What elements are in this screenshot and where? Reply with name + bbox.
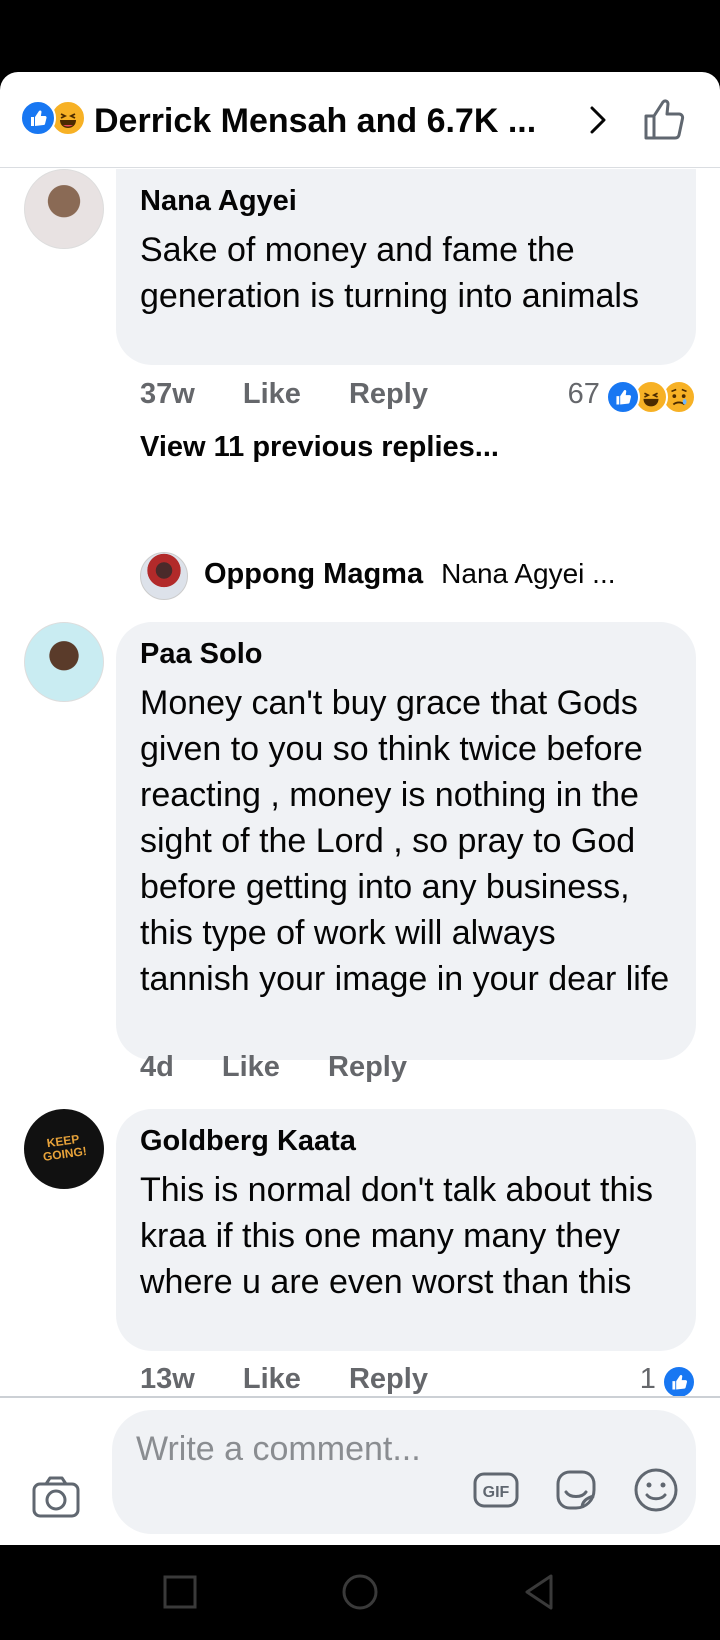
comments-sheet: Derrick Mensah and 6.7K ... Nana Agyei S… bbox=[0, 72, 720, 1545]
comment-input[interactable]: Write a comment... GIF bbox=[112, 1410, 696, 1534]
avatar-text: KEEP GOING! bbox=[42, 1131, 88, 1164]
comments-list: Nana Agyei Sake of money and fame the ge… bbox=[0, 169, 720, 1396]
reaction-summary[interactable]: 67 bbox=[568, 374, 696, 414]
gif-icon[interactable]: GIF bbox=[472, 1466, 520, 1514]
emoji-icon[interactable] bbox=[632, 1466, 680, 1514]
camera-icon[interactable] bbox=[30, 1470, 82, 1522]
reactions-header[interactable]: Derrick Mensah and 6.7K ... bbox=[0, 72, 720, 168]
comment-author[interactable]: Paa Solo bbox=[140, 636, 672, 672]
reaction-summary[interactable]: 1 bbox=[640, 1359, 696, 1396]
reply-button[interactable]: Reply bbox=[328, 1051, 407, 1083]
reply-button[interactable]: Reply bbox=[349, 1363, 428, 1395]
comment-text: This is normal don't talk about this kra… bbox=[140, 1171, 653, 1301]
home-icon[interactable] bbox=[335, 1567, 385, 1617]
comment-time: 13w bbox=[140, 1363, 195, 1395]
thumbs-up-icon[interactable] bbox=[640, 94, 692, 146]
reactions-summary-title[interactable]: Derrick Mensah and 6.7K ... bbox=[94, 100, 554, 142]
like-icon bbox=[20, 100, 56, 136]
avatar[interactable] bbox=[140, 552, 188, 600]
like-icon bbox=[606, 379, 640, 414]
reply-preview[interactable]: Oppong Magma Nana Agyei ... bbox=[204, 558, 616, 591]
comment-text: Sake of money and fame the generation is… bbox=[140, 231, 639, 315]
sticker-icon[interactable] bbox=[552, 1466, 600, 1514]
comment-bubble[interactable]: Goldberg Kaata This is normal don't talk… bbox=[116, 1109, 696, 1351]
avatar[interactable] bbox=[24, 169, 104, 249]
comment-author[interactable]: Nana Agyei bbox=[140, 183, 672, 219]
comment-author[interactable]: Goldberg Kaata bbox=[140, 1123, 672, 1159]
comment-composer: Write a comment... GIF bbox=[0, 1396, 720, 1545]
system-navigation-bar bbox=[0, 1545, 720, 1640]
reply-author[interactable]: Oppong Magma bbox=[204, 558, 423, 590]
comment-bubble[interactable]: Paa Solo Money can't buy grace that Gods… bbox=[116, 622, 696, 1060]
status-bar bbox=[0, 0, 720, 72]
like-icon bbox=[662, 1364, 696, 1396]
comment-text: Money can't buy grace that Gods given to… bbox=[140, 684, 670, 998]
like-button[interactable]: Like bbox=[243, 1363, 301, 1395]
chevron-right-icon[interactable] bbox=[578, 100, 618, 140]
header-reaction-icons bbox=[20, 100, 88, 136]
reaction-count: 1 bbox=[639, 1363, 656, 1395]
like-button[interactable]: Like bbox=[243, 378, 301, 410]
svg-text:GIF: GIF bbox=[483, 1484, 510, 1501]
back-icon[interactable] bbox=[515, 1567, 565, 1617]
like-button[interactable]: Like bbox=[222, 1051, 280, 1083]
recent-apps-icon[interactable] bbox=[155, 1567, 205, 1617]
comment-time: 37w bbox=[140, 378, 195, 410]
avatar[interactable] bbox=[24, 622, 104, 702]
comment-actions: 37w Like Reply bbox=[140, 374, 468, 414]
avatar[interactable]: KEEP GOING! bbox=[24, 1109, 104, 1189]
comment-actions: 4d Like Reply bbox=[140, 1047, 447, 1087]
reply-button[interactable]: Reply bbox=[349, 378, 428, 410]
reply-snippet: Nana Agyei ... bbox=[441, 558, 616, 589]
comment-actions: 13w Like Reply bbox=[140, 1359, 468, 1396]
comment-placeholder: Write a comment... bbox=[136, 1430, 421, 1468]
reaction-count: 67 bbox=[567, 378, 600, 410]
view-previous-replies-link[interactable]: View 11 previous replies... bbox=[140, 431, 499, 464]
comment-bubble[interactable]: Nana Agyei Sake of money and fame the ge… bbox=[116, 169, 696, 365]
comment-time: 4d bbox=[140, 1051, 174, 1083]
